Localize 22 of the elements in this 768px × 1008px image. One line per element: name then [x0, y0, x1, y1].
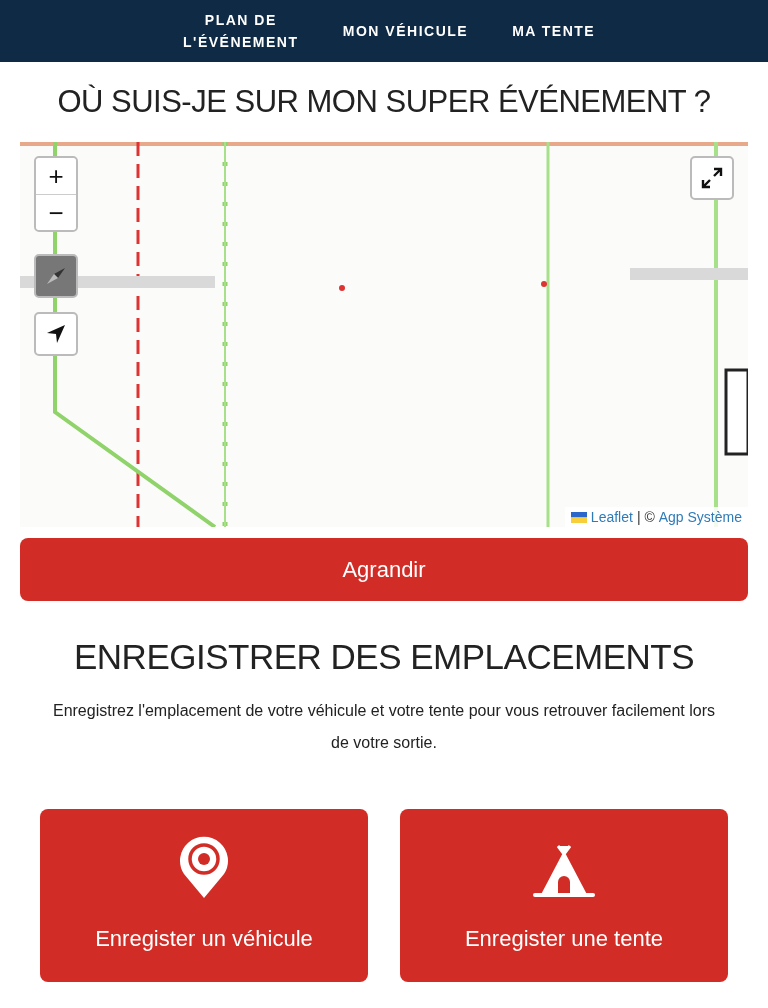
flag-icon: [570, 511, 587, 523]
section-heading: ENREGISTRER DES EMPLACEMENTS: [73, 637, 695, 677]
attribution-separator: | ©: [636, 509, 655, 525]
credit-link[interactable]: Agp Système: [658, 509, 742, 525]
nav-link[interactable]: MA TENTE: [512, 20, 596, 42]
nav-link[interactable]: PLAN DE L'ÉVÉNEMENT: [182, 9, 299, 53]
zoom-out-button[interactable]: −: [36, 194, 76, 230]
page-title: OÙ SUIS-JE SUR MON SUPER ÉVÉNEMENT ?: [56, 84, 712, 120]
tent-icon: [531, 844, 597, 900]
fullscreen-button[interactable]: [690, 156, 734, 200]
location-arrow-icon: [45, 323, 67, 345]
section-text: Enregistrez l'emplacement de votre véhicule et votre tente pour vous retrouver facilement lors de votre sortie.: [51, 701, 716, 753]
register-card[interactable]: Enregister un véhicule: [40, 809, 368, 982]
nav-link[interactable]: MON VÉHICULE: [342, 20, 469, 42]
expand-icon: [701, 167, 723, 189]
compass-icon: [45, 265, 67, 287]
map[interactable]: + − Leaflet | © Agp Système: [20, 142, 748, 527]
compass-button[interactable]: [34, 254, 78, 298]
expand-button[interactable]: Agrandir: [20, 538, 748, 601]
locate-button[interactable]: [34, 312, 78, 356]
leaflet-link[interactable]: Leaflet: [590, 509, 633, 525]
register-card[interactable]: Enregister une tente: [400, 809, 728, 982]
